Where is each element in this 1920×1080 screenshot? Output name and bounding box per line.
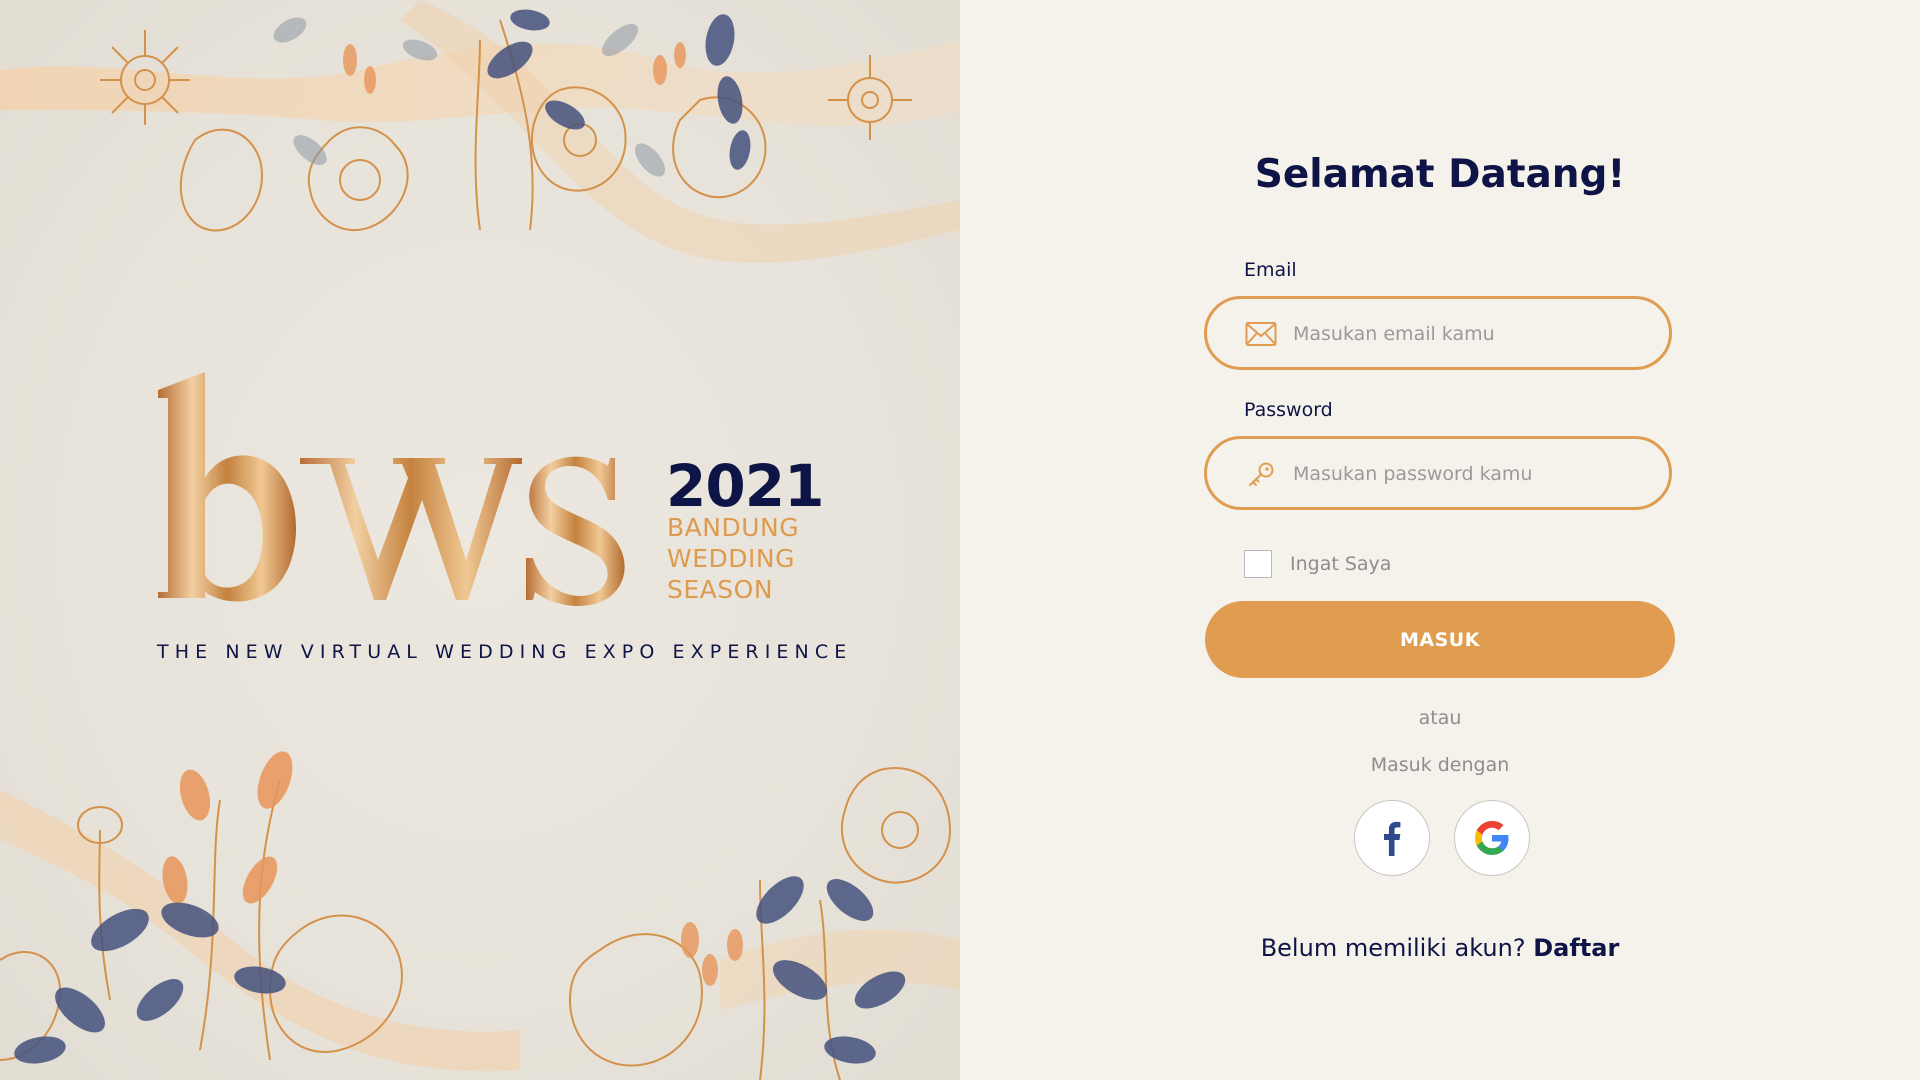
divider-text: atau (1418, 707, 1462, 729)
facebook-login-button[interactable] (1354, 800, 1430, 876)
password-label: Password (1244, 399, 1333, 421)
password-input[interactable] (1291, 453, 1655, 495)
logo-subtitle-line-3: SEASON (667, 575, 774, 604)
logo-subtitle-line-2: WEDDING (667, 544, 795, 573)
facebook-icon (1384, 821, 1401, 856)
page-title: Selamat Datang! (1254, 152, 1626, 197)
login-button[interactable]: MASUK (1205, 601, 1675, 678)
remember-me-checkbox[interactable] (1244, 550, 1272, 578)
social-login-prompt: Masuk dengan (1370, 754, 1510, 776)
google-icon (1475, 821, 1509, 855)
bws-logo: 2021 BANDUNG WEDDING SEASON (150, 360, 830, 620)
brand-artwork-panel: 2021 BANDUNG WEDDING SEASON THE NEW VIRT… (0, 0, 960, 1080)
envelope-icon (1245, 322, 1277, 346)
login-page: 2021 BANDUNG WEDDING SEASON THE NEW VIRT… (0, 0, 1920, 1080)
key-icon (1249, 462, 1274, 486)
brand-tagline: THE NEW VIRTUAL WEDDING EXPO EXPERIENCE (157, 641, 853, 663)
email-label: Email (1244, 259, 1297, 281)
bws-wordmark (158, 372, 625, 606)
signup-prompt-text: Belum memiliki akun? (1260, 934, 1526, 962)
signup-prompt: Belum memiliki akun? Daftar (960, 934, 1920, 962)
google-login-button[interactable] (1454, 800, 1530, 876)
remember-me-label[interactable]: Ingat Saya (1290, 553, 1391, 575)
logo-subtitle-line-1: BANDUNG (667, 513, 800, 542)
logo-year: 2021 (666, 452, 824, 520)
email-input[interactable] (1291, 313, 1655, 355)
email-field-wrapper[interactable] (1204, 296, 1672, 370)
password-field-wrapper[interactable] (1204, 436, 1672, 510)
login-form-panel: Selamat Datang! Email Password Ingat Say… (960, 0, 1920, 1080)
signup-link[interactable]: Daftar (1533, 934, 1619, 962)
